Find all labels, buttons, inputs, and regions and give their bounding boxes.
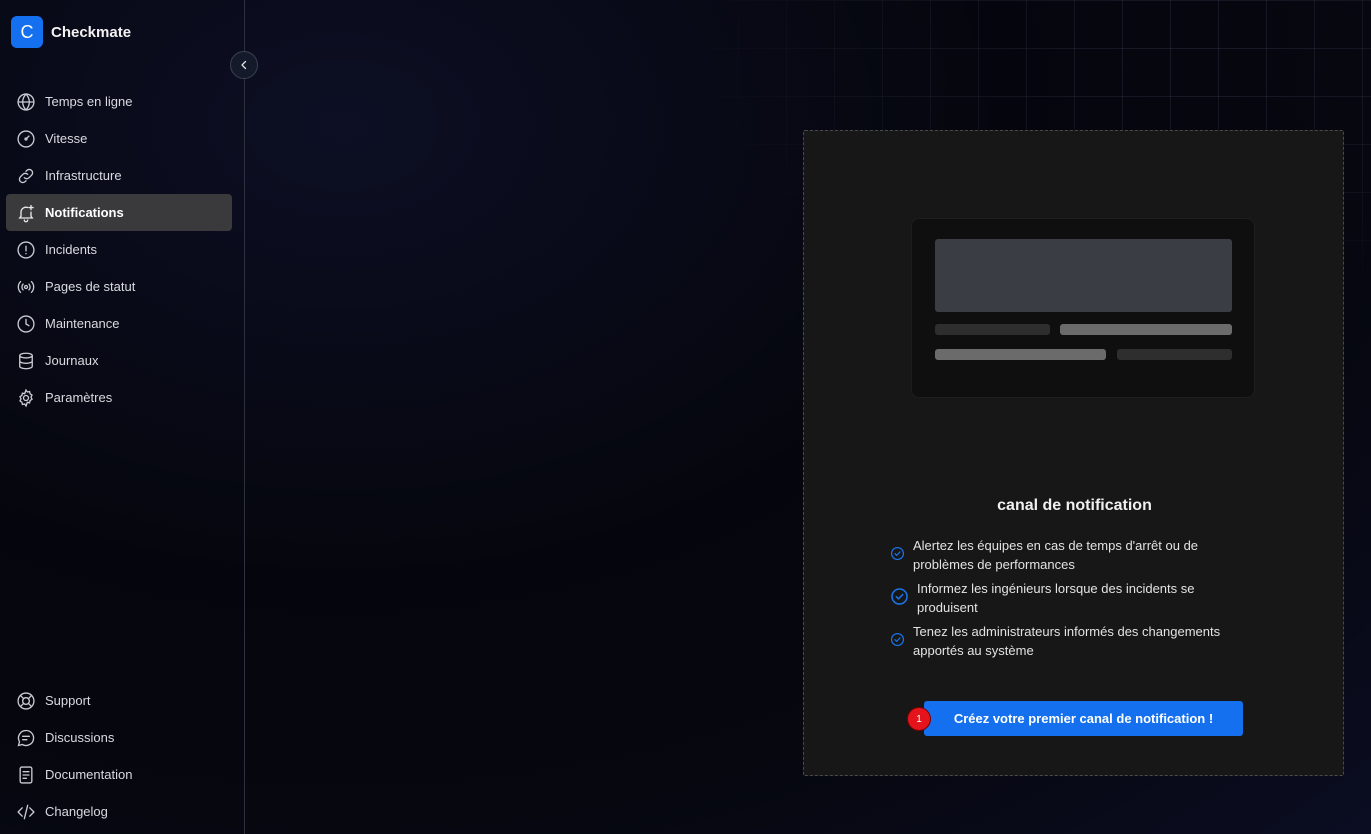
brand-name: Checkmate xyxy=(51,23,132,41)
sidebar-item-label: Changelog xyxy=(45,804,108,819)
step-badge: 1 xyxy=(907,707,931,731)
sidebar-item-label: Infrastructure xyxy=(45,168,122,183)
sidebar-item-support[interactable]: Support xyxy=(6,682,232,719)
feature-text: Tenez les administrateurs informés des c… xyxy=(913,624,1221,658)
sidebar-item-label: Journaux xyxy=(45,353,99,368)
sidebar-item-parametres[interactable]: Paramètres xyxy=(6,379,232,416)
sidebar-item-temps-en-ligne[interactable]: Temps en ligne xyxy=(6,83,232,120)
notification-preview-illustration xyxy=(911,218,1255,398)
gear-icon xyxy=(19,388,33,407)
brand[interactable]: C Checkmate xyxy=(11,16,131,48)
sidebar-item-changelog[interactable]: Changelog xyxy=(6,793,232,830)
sidebar-item-incidents[interactable]: Incidents xyxy=(6,231,232,268)
check-circle-icon xyxy=(891,588,908,605)
check-circle-icon xyxy=(890,546,905,561)
sidebar-item-label: Maintenance xyxy=(45,316,120,331)
sidebar-collapse-button[interactable] xyxy=(230,51,258,79)
database-icon xyxy=(19,352,33,369)
sidebar-item-label: Temps en ligne xyxy=(45,94,133,109)
sidebar: C Checkmate Temps en ligne Vitesse Infra… xyxy=(0,0,245,834)
sidebar-item-notifications[interactable]: Notifications xyxy=(6,194,232,231)
sidebar-item-vitesse[interactable]: Vitesse xyxy=(6,120,232,157)
feature-item: Tenez les administrateurs informés des c… xyxy=(890,622,1260,660)
chevron-left-icon xyxy=(241,60,247,70)
create-notification-channel-button[interactable]: Créez votre premier canal de notificatio… xyxy=(924,701,1243,736)
link-icon xyxy=(18,168,34,183)
preview-image-block xyxy=(935,239,1232,312)
sidebar-item-pages-de-statut[interactable]: Pages de statut xyxy=(6,268,232,305)
lifebuoy-icon xyxy=(17,691,35,710)
empty-state-title: canal de notification xyxy=(997,497,1152,514)
sidebar-item-label: Vitesse xyxy=(45,131,88,146)
secondary-nav: Support Discussions Documentation Change… xyxy=(6,682,232,830)
sidebar-item-label: Paramètres xyxy=(45,390,113,405)
globe-icon xyxy=(17,92,35,111)
broadcast-icon xyxy=(17,280,35,293)
preview-line xyxy=(1117,349,1232,360)
bell-plus-icon xyxy=(18,204,34,222)
feature-text: Alertez les équipes en cas de temps d'ar… xyxy=(913,538,1199,572)
main-nav: Temps en ligne Vitesse Infrastructure No… xyxy=(6,83,232,416)
preview-line xyxy=(1060,324,1232,335)
preview-line xyxy=(935,324,1050,335)
feature-item: Informez les ingénieurs lorsque des inci… xyxy=(890,579,1250,617)
sidebar-item-label: Incidents xyxy=(45,242,98,257)
sidebar-item-label: Pages de statut xyxy=(45,279,136,294)
code-icon xyxy=(17,804,35,819)
sidebar-item-journaux[interactable]: Journaux xyxy=(6,342,232,379)
clock-icon xyxy=(17,314,35,333)
sidebar-item-documentation[interactable]: Documentation xyxy=(6,756,232,793)
check-circle-icon xyxy=(890,632,905,647)
preview-line xyxy=(935,349,1106,360)
sidebar-item-label: Support xyxy=(45,693,91,708)
feature-item: Alertez les équipes en cas de temps d'ar… xyxy=(890,536,1250,574)
alert-circle-icon xyxy=(17,240,35,259)
feature-text: Informez les ingénieurs lorsque des inci… xyxy=(917,581,1195,615)
sidebar-item-label: Documentation xyxy=(45,767,133,782)
sidebar-item-infrastructure[interactable]: Infrastructure xyxy=(6,157,232,194)
sidebar-item-label: Discussions xyxy=(45,730,115,745)
brand-logo: C xyxy=(11,16,43,48)
empty-state-card: canal de notification Alertez les équipe… xyxy=(803,130,1344,776)
sidebar-item-discussions[interactable]: Discussions xyxy=(6,719,232,756)
chat-icon xyxy=(17,729,35,746)
gauge-icon xyxy=(17,129,35,148)
sidebar-item-label: Notifications xyxy=(45,205,124,220)
document-icon xyxy=(19,765,33,784)
sidebar-item-maintenance[interactable]: Maintenance xyxy=(6,305,232,342)
